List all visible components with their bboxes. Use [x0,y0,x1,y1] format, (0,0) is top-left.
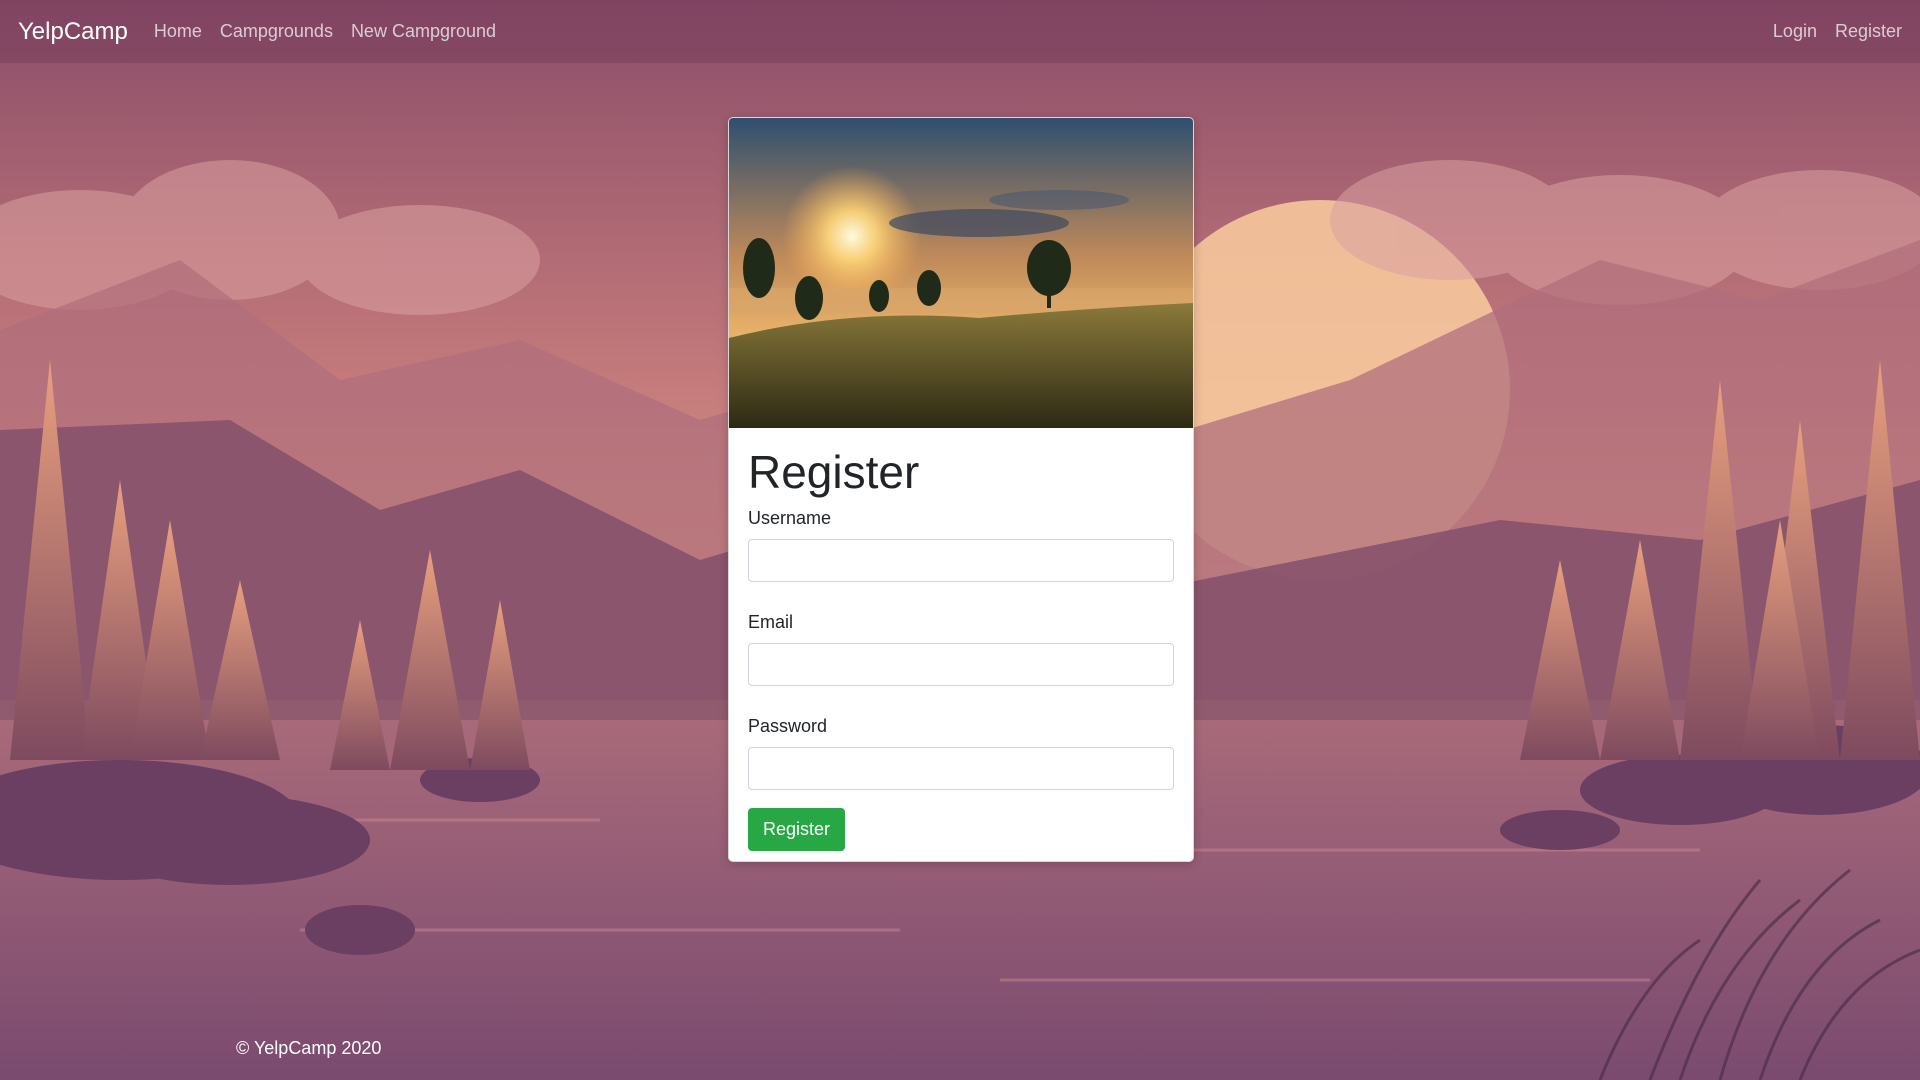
navbar: YelpCamp Home Campgrounds New Campground… [0,0,1920,63]
brand-link[interactable]: YelpCamp [18,18,128,46]
nav-login-link[interactable]: Login [1773,21,1817,42]
password-input[interactable] [748,747,1174,791]
username-input[interactable] [748,539,1174,583]
card-body: Register Username Email Password Registe… [729,428,1193,852]
email-label: Email [748,612,794,633]
register-card: Register Username Email Password Registe… [728,117,1194,862]
nav-new-campground-link[interactable]: New Campground [351,21,496,42]
register-button[interactable]: Register [748,808,846,852]
footer-copyright: © YelpCamp 2020 [236,1038,382,1058]
username-label: Username [748,508,832,529]
nav-home-link[interactable]: Home [154,21,202,42]
card-image [729,118,1193,428]
nav-campgrounds-link[interactable]: Campgrounds [220,21,333,42]
email-input[interactable] [748,643,1174,687]
nav-auth-links: Login Register [1773,21,1902,42]
password-label: Password [748,716,828,737]
nav-links: Home Campgrounds New Campground [154,21,496,42]
page-title: Register [748,446,920,498]
nav-register-link[interactable]: Register [1835,21,1902,42]
